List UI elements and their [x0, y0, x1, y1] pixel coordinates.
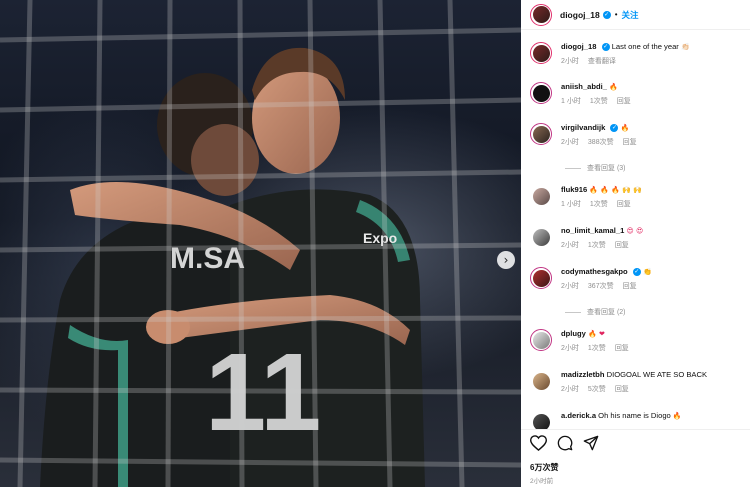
- avatar[interactable]: [530, 123, 552, 145]
- avatar[interactable]: [530, 267, 552, 289]
- fire-heart-emoji: 🔥 ❤: [588, 330, 605, 338]
- heart-icon[interactable]: [530, 435, 547, 451]
- comment-time: 2小时: [561, 386, 579, 393]
- fire-emoji: 🔥: [609, 83, 618, 91]
- comment-username[interactable]: no_limit_kamal_1: [561, 226, 624, 235]
- comment-text: DIOGOAL WE ATE SO BACK: [606, 370, 708, 379]
- comment-icon[interactable]: [557, 435, 573, 451]
- comment-time: 2小时: [561, 139, 579, 146]
- comment-time: 2小时: [561, 283, 579, 290]
- comment-time: 1 小时: [561, 98, 581, 105]
- next-photo-arrow-icon[interactable]: ›: [497, 251, 515, 269]
- avatar[interactable]: [530, 185, 552, 207]
- comment-username[interactable]: virgilvandijk: [561, 123, 605, 132]
- fire-emoji: 🔥: [620, 124, 630, 132]
- verified-badge-icon: ✓: [610, 124, 619, 132]
- follow-button[interactable]: 关注: [622, 9, 639, 21]
- clap-emoji: 👏🏻: [680, 43, 690, 51]
- avatar[interactable]: [530, 226, 552, 248]
- comment-likes[interactable]: 1次赞: [588, 241, 606, 251]
- comment-item: virgilvandijk ✓ 🔥 2小时 388次赞 回复: [530, 123, 745, 148]
- fire-emoji: 🔥: [672, 412, 682, 420]
- comment-item: madizzletbh DIOGOAL WE ATE SO BACK 2小时 5…: [530, 370, 745, 395]
- comment-likes[interactable]: 1次赞: [590, 200, 608, 210]
- comment-item: fluk916 🔥 🔥 🔥 🙌 🙌 1 小时 1次赞 回复: [530, 185, 745, 210]
- see-translation-button[interactable]: 查看翻译: [588, 57, 616, 67]
- comment-username[interactable]: madizzletbh: [561, 370, 604, 379]
- comment-likes[interactable]: 1次赞: [588, 344, 606, 354]
- avatar[interactable]: [530, 82, 552, 104]
- comment-time: 2小时: [561, 242, 579, 249]
- comment-username[interactable]: aniish_abdi_: [561, 82, 607, 91]
- reply-button[interactable]: 回复: [623, 138, 637, 148]
- comment-item: codymathesgakpo ✓ 👏 2小时 367次赞 回复: [530, 267, 745, 292]
- photo-illustration: M.SA 11 Expo: [0, 0, 521, 487]
- post-time: 2小时前: [530, 478, 554, 485]
- heart-eyes-emoji: 😍 😍: [626, 227, 644, 235]
- reply-button[interactable]: 回复: [615, 385, 629, 395]
- comment-username[interactable]: a.derick.a: [561, 411, 596, 420]
- comment-list: diogoj_18 ✓ Last one of the year 👏🏻 2小时 …: [521, 36, 750, 429]
- post-sidebar: diogoj_18 ✓ • 关注 diogoj_18 ✓ Last one of…: [521, 0, 750, 487]
- comment-item: dplugy 🔥 ❤ 2小时 1次赞 回复: [530, 329, 745, 354]
- comment-time: 2小时: [561, 345, 579, 352]
- comment-text: Oh his name is Diogo: [598, 411, 671, 420]
- verified-badge-icon: ✓: [602, 10, 611, 19]
- view-replies-button[interactable]: 查看回复 (2): [565, 307, 626, 317]
- view-replies-button[interactable]: 查看回复 (3): [565, 163, 626, 173]
- avatar[interactable]: [530, 3, 552, 26]
- verified-badge-icon: ✓: [601, 43, 610, 51]
- avatar[interactable]: [530, 42, 552, 64]
- comment-username[interactable]: codymathesgakpo: [561, 267, 628, 276]
- divider: [521, 429, 750, 430]
- jersey-sponsor: Expo: [363, 230, 397, 246]
- reply-button[interactable]: 回复: [615, 241, 629, 251]
- fire-emoji: 🔥 🔥 🔥 🙌 🙌: [589, 186, 642, 194]
- comment-time: 1 小时: [561, 201, 581, 208]
- reply-button[interactable]: 回复: [615, 344, 629, 354]
- post-photo: M.SA 11 Expo ›: [0, 0, 521, 487]
- view-replies-label: 查看回复 (3): [587, 165, 626, 172]
- post-actions: [530, 435, 599, 451]
- reply-button[interactable]: 回复: [623, 282, 637, 292]
- comment-text: Last one of the year: [611, 42, 679, 51]
- comment-item: a.derick.a Oh his name is Diogo 🔥: [530, 411, 745, 429]
- avatar[interactable]: [530, 370, 552, 392]
- reply-button[interactable]: 回复: [617, 200, 631, 210]
- comment-likes[interactable]: 5次赞: [588, 385, 606, 395]
- comment-username[interactable]: diogoj_18: [561, 42, 596, 51]
- clap-emoji: 👏: [642, 268, 652, 276]
- avatar[interactable]: [530, 329, 552, 351]
- comment-likes[interactable]: 367次赞: [588, 282, 614, 292]
- post-header: diogoj_18 ✓ • 关注: [521, 0, 750, 30]
- comment-item: diogoj_18 ✓ Last one of the year 👏🏻 2小时 …: [530, 42, 745, 67]
- comment-username[interactable]: fluk916: [561, 185, 587, 194]
- avatar[interactable]: [530, 411, 552, 429]
- verified-badge-icon: ✓: [632, 268, 641, 276]
- comment-time: 2小时: [561, 58, 579, 65]
- post-username[interactable]: diogoj_18: [560, 10, 600, 20]
- view-replies-label: 查看回复 (2): [587, 309, 626, 316]
- comment-likes[interactable]: 1次赞: [590, 97, 608, 107]
- comment-likes[interactable]: 388次赞: [588, 138, 614, 148]
- comment-item: no_limit_kamal_1 😍 😍 2小时 1次赞 回复: [530, 226, 745, 251]
- comment-username[interactable]: dplugy: [561, 329, 586, 338]
- comment-item: aniish_abdi_ 🔥 1 小时 1次赞 回复: [530, 82, 745, 107]
- like-count[interactable]: 6万次赞: [530, 462, 558, 473]
- reply-button[interactable]: 回复: [617, 97, 631, 107]
- share-icon[interactable]: [583, 435, 599, 451]
